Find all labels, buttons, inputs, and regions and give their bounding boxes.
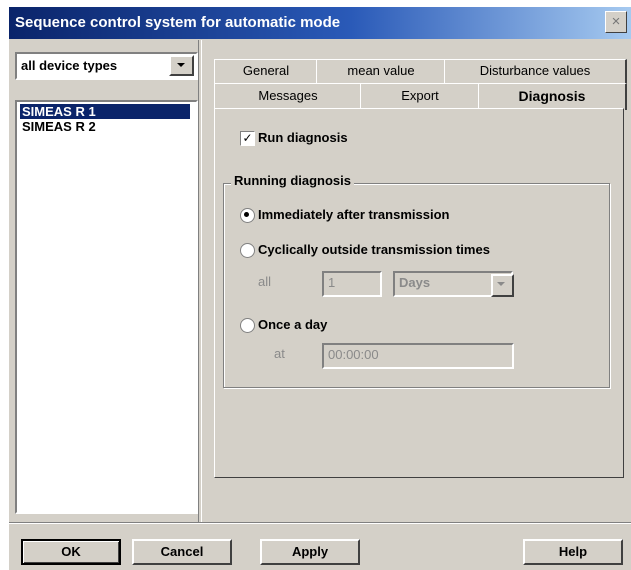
interval-label: all bbox=[258, 274, 272, 289]
interval-input[interactable]: 1 bbox=[322, 271, 382, 297]
tab-disturbance-values[interactable]: Disturbance values bbox=[444, 59, 627, 84]
window-title: Sequence control system for automatic mo… bbox=[15, 14, 341, 31]
radio-daily-label: Once a day bbox=[258, 317, 328, 332]
device-type-dropdown-button[interactable] bbox=[169, 55, 194, 76]
radio-immediate-label: Immediately after transmission bbox=[258, 207, 450, 222]
cancel-button[interactable]: Cancel bbox=[132, 539, 232, 565]
radio-cyclic[interactable] bbox=[240, 243, 255, 258]
device-type-value: all device types bbox=[21, 58, 118, 73]
tab-messages[interactable]: Messages bbox=[214, 83, 363, 110]
run-diagnosis-checkbox[interactable]: ✓ bbox=[240, 131, 255, 146]
group-title: Running diagnosis bbox=[231, 173, 354, 188]
interval-unit-dropdown-button[interactable] bbox=[491, 274, 514, 297]
apply-button[interactable]: Apply bbox=[260, 539, 360, 565]
tab-general[interactable]: General bbox=[214, 59, 319, 84]
time-label: at bbox=[274, 346, 285, 361]
tab-diagnosis[interactable]: Diagnosis bbox=[478, 83, 627, 110]
list-item[interactable]: SIMEAS R 1 bbox=[20, 104, 190, 119]
time-input[interactable]: 00:00:00 bbox=[322, 343, 514, 369]
radio-immediate[interactable] bbox=[240, 208, 255, 223]
device-list[interactable] bbox=[15, 100, 198, 514]
footer-separator bbox=[9, 522, 631, 524]
run-diagnosis-label: Run diagnosis bbox=[258, 130, 348, 145]
close-icon: × bbox=[611, 13, 621, 30]
chevron-down-icon bbox=[177, 63, 185, 67]
close-button[interactable]: × bbox=[605, 11, 627, 33]
ok-button[interactable]: OK bbox=[21, 539, 121, 565]
pane-divider[interactable] bbox=[198, 40, 202, 523]
radio-cyclic-label: Cyclically outside transmission times bbox=[258, 242, 490, 257]
help-button[interactable]: Help bbox=[523, 539, 623, 565]
tab-export[interactable]: Export bbox=[360, 83, 481, 110]
radio-daily[interactable] bbox=[240, 318, 255, 333]
checkmark-icon: ✓ bbox=[242, 131, 253, 145]
list-item[interactable]: SIMEAS R 2 bbox=[20, 119, 190, 134]
chevron-down-icon bbox=[497, 282, 505, 286]
tab-mean-value[interactable]: mean value bbox=[316, 59, 447, 84]
